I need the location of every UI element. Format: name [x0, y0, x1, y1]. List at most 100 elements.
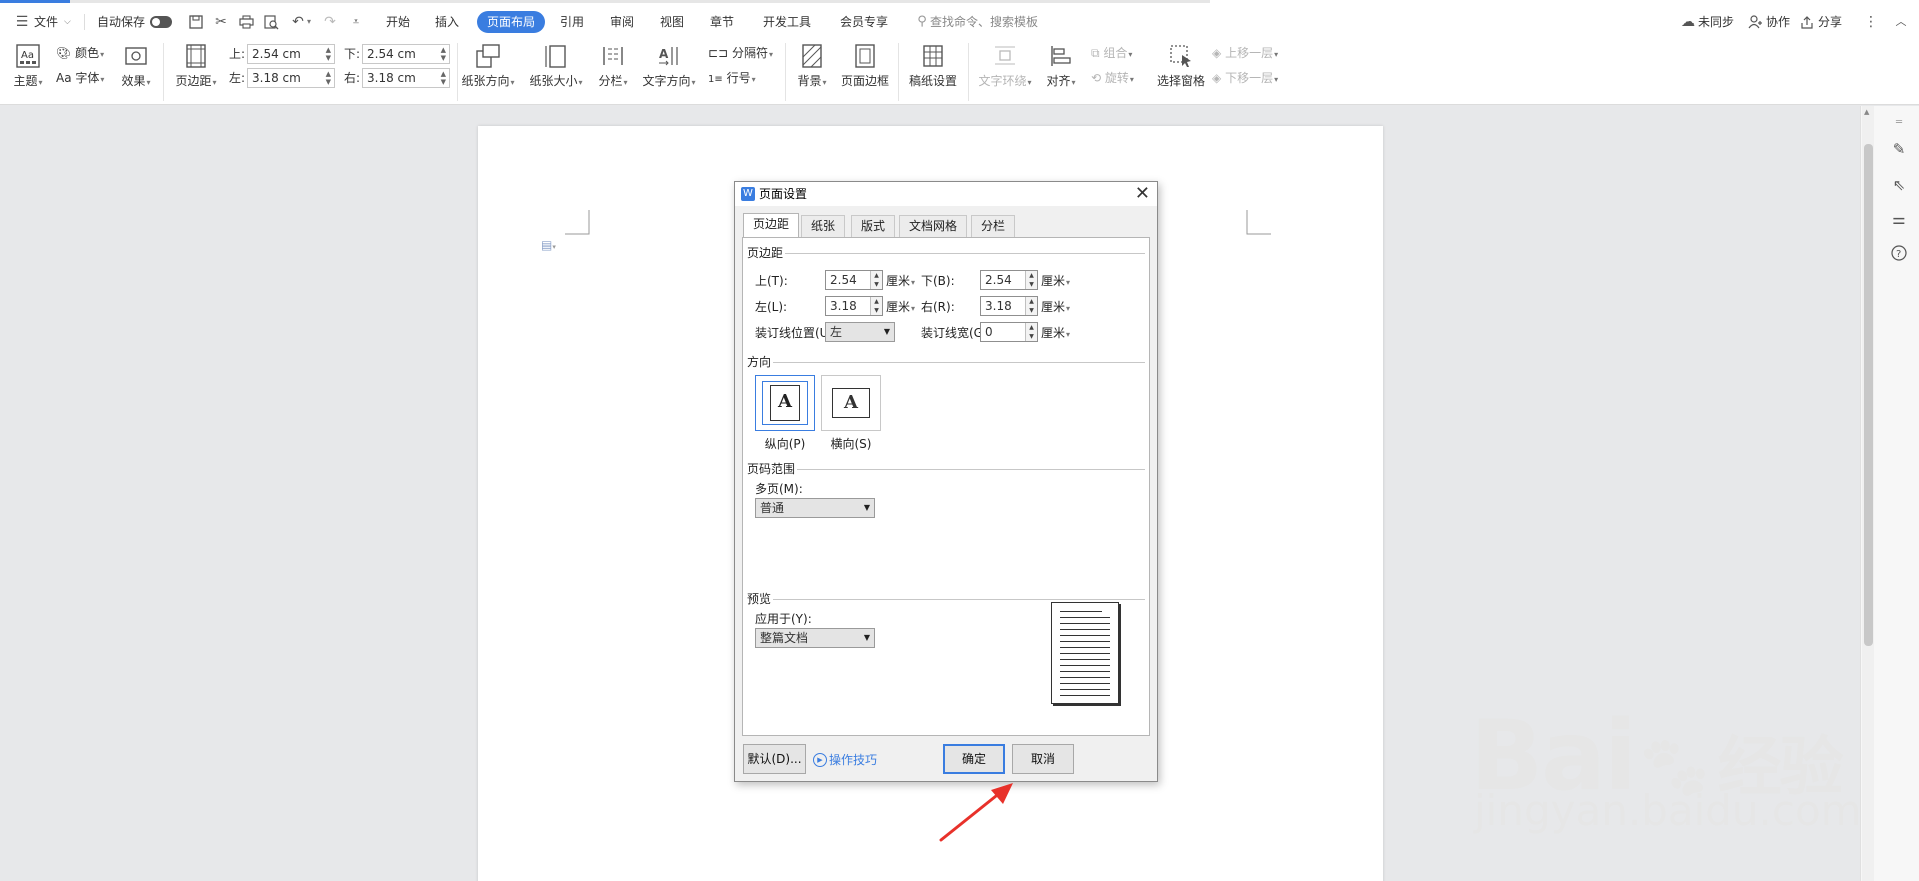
breaks-button[interactable]: ⊏⊐ 分隔符▾	[708, 44, 773, 64]
tab-review[interactable]: 审阅	[610, 12, 634, 32]
landscape-option[interactable]: A	[821, 375, 881, 431]
theme-icon: Aa	[14, 43, 42, 69]
tab-home[interactable]: 开始	[386, 12, 410, 32]
more-icon[interactable]: ⋮	[1861, 12, 1881, 32]
tab-page-layout[interactable]: 页面布局	[477, 11, 546, 33]
bottom-margin-input[interactable]: 2.54 cm ▲ ▼	[362, 44, 450, 64]
left-margin-input[interactable]: 3.18 ▲ ▼	[825, 296, 883, 316]
orientation-button[interactable]: 纸张方向▾	[459, 43, 517, 91]
autosave-toggle[interactable]	[150, 16, 172, 28]
top-margin-input[interactable]: 2.54 cm ▲ ▼	[247, 44, 335, 64]
align-icon	[1047, 43, 1075, 69]
menu-file[interactable]: 文件	[34, 12, 58, 32]
text-direction-button[interactable]: A 文字方向▾	[640, 43, 698, 91]
right-margin-input[interactable]: 3.18 ▲ ▼	[980, 296, 1038, 316]
play-icon[interactable]: ▶	[813, 753, 827, 767]
redo-icon[interactable]: ↷	[320, 12, 340, 32]
undo-icon[interactable]: ↶	[288, 12, 308, 32]
color-button[interactable]: 🎨︎ 颜色▾	[56, 44, 104, 64]
print-preview-icon[interactable]	[261, 12, 281, 32]
share-button[interactable]: 分享	[1818, 12, 1842, 32]
columns-button[interactable]: 分栏▾	[593, 43, 633, 91]
cancel-button[interactable]: 取消	[1012, 744, 1074, 774]
tab-member[interactable]: 会员专享	[840, 12, 888, 32]
tab-margins[interactable]: 页边距	[743, 213, 800, 238]
scrollbar-thumb[interactable]	[1864, 144, 1873, 646]
line-numbers-button[interactable]: 1≡ 行号▾	[708, 69, 756, 89]
tab-insert[interactable]: 插入	[435, 12, 459, 32]
ribbon: Aa 主题▾ 🎨︎ 颜色▾ Aa 字体▾ 效果▾ 页边距▾ 上: 2.54 cm…	[0, 37, 1919, 105]
collapse-ribbon-icon[interactable]: ︿	[1891, 12, 1911, 32]
page-border-button[interactable]: 页面边框	[838, 43, 892, 89]
page-border-icon	[851, 43, 879, 69]
tips-link[interactable]: 操作技巧	[829, 752, 877, 768]
tab-layout[interactable]: 版式	[851, 215, 896, 237]
right-margin-label: 右:	[344, 71, 361, 85]
send-backward-button[interactable]: ◈ 下移一层▾	[1212, 69, 1278, 89]
select-cursor-icon[interactable]: ⇖	[1888, 174, 1910, 196]
collab-icon[interactable]	[1745, 12, 1765, 32]
collab-button[interactable]: 协作	[1766, 12, 1790, 32]
paste-options-icon[interactable]: ▤▾	[541, 238, 556, 252]
rotate-button[interactable]: ⟲ 旋转▾	[1091, 69, 1134, 89]
undo-dropdown-icon[interactable]: ▾	[307, 12, 311, 32]
top-margin-input[interactable]: 2.54 ▲ ▼	[825, 270, 883, 290]
bottom-margin-input[interactable]: 2.54 ▲ ▼	[980, 270, 1038, 290]
group-button[interactable]: ⧉ 组合▾	[1091, 44, 1132, 64]
gutter-unit-select[interactable]: 厘米▾	[1041, 325, 1070, 343]
left-unit-select[interactable]: 厘米▾	[886, 299, 915, 317]
sync-status[interactable]: 未同步	[1698, 12, 1734, 32]
edit-icon[interactable]: ✎	[1888, 138, 1910, 160]
customize-toolbar-icon[interactable]: ⩡	[346, 12, 366, 32]
bring-forward-button[interactable]: ◈ 上移一层▾	[1212, 44, 1278, 64]
top-unit-select[interactable]: 厘米▾	[886, 273, 915, 291]
apply-to-select[interactable]: 整篇文档 ▼	[755, 628, 875, 648]
right-margin-input[interactable]: 3.18 cm ▲ ▼	[362, 68, 450, 88]
background-button[interactable]: 背景▾	[792, 43, 832, 91]
theme-button[interactable]: Aa 主题▾	[10, 43, 46, 91]
align-button[interactable]: 对齐▾	[1043, 43, 1079, 91]
gutter-position-select[interactable]: 左 ▼	[825, 322, 895, 342]
right-margin-label: 右(R):	[921, 300, 955, 314]
scroll-up-icon[interactable]: ▲	[1864, 108, 1869, 116]
tab-doc-grid[interactable]: 文档网格	[899, 215, 968, 237]
multiple-pages-select[interactable]: 普通 ▼	[755, 498, 875, 518]
format-painter-icon[interactable]: ✂	[211, 12, 231, 32]
manuscript-button[interactable]: 稿纸设置	[906, 43, 960, 89]
chevron-down-icon[interactable]: ⌵	[64, 12, 71, 32]
left-margin-input[interactable]: 3.18 cm ▲ ▼	[247, 68, 335, 88]
margins-label: 页边距	[175, 74, 212, 88]
divider	[773, 362, 1145, 363]
close-icon[interactable]: ✕	[1135, 184, 1150, 204]
effect-button[interactable]: 效果▾	[118, 43, 154, 91]
margins-button[interactable]: 页边距▾	[173, 43, 219, 91]
hamburger-icon[interactable]: ☰	[12, 12, 32, 32]
tab-references[interactable]: 引用	[560, 12, 584, 32]
font-button[interactable]: Aa 字体▾	[56, 69, 104, 89]
right-unit-select[interactable]: 厘米▾	[1041, 299, 1070, 317]
margins-icon	[182, 43, 210, 69]
tab-chapter[interactable]: 章节	[710, 12, 734, 32]
command-search[interactable]: 查找命令、搜索模板	[930, 12, 1038, 32]
portrait-option[interactable]: A	[755, 375, 815, 431]
help-icon[interactable]: ?	[1888, 242, 1910, 264]
save-icon[interactable]	[186, 12, 206, 32]
tab-view[interactable]: 视图	[660, 12, 684, 32]
bottom-unit-select[interactable]: 厘米▾	[1041, 273, 1070, 291]
tab-developer[interactable]: 开发工具	[763, 12, 811, 32]
wrap-text-button[interactable]: 文字环绕▾	[976, 43, 1034, 91]
cloud-icon[interactable]: ☁	[1678, 12, 1698, 32]
search-icon[interactable]: ⚲	[912, 12, 932, 32]
ok-button[interactable]: 确定	[943, 744, 1005, 774]
settings-sliders-icon[interactable]: ⚌	[1888, 208, 1910, 230]
print-icon[interactable]	[236, 12, 256, 32]
default-button[interactable]: 默认(D)...	[743, 744, 806, 774]
share-icon[interactable]	[1797, 12, 1817, 32]
collapse-rail-icon[interactable]: ═	[1888, 112, 1910, 134]
tab-paper[interactable]: 纸张	[801, 215, 846, 237]
tab-columns[interactable]: 分栏	[971, 215, 1016, 237]
paper-size-button[interactable]: 纸张大小▾	[527, 43, 585, 91]
selection-pane-button[interactable]: 选择窗格	[1154, 43, 1208, 89]
gutter-width-input[interactable]: 0 ▲ ▼	[980, 322, 1038, 342]
top-margin-label: 上:	[229, 47, 246, 61]
